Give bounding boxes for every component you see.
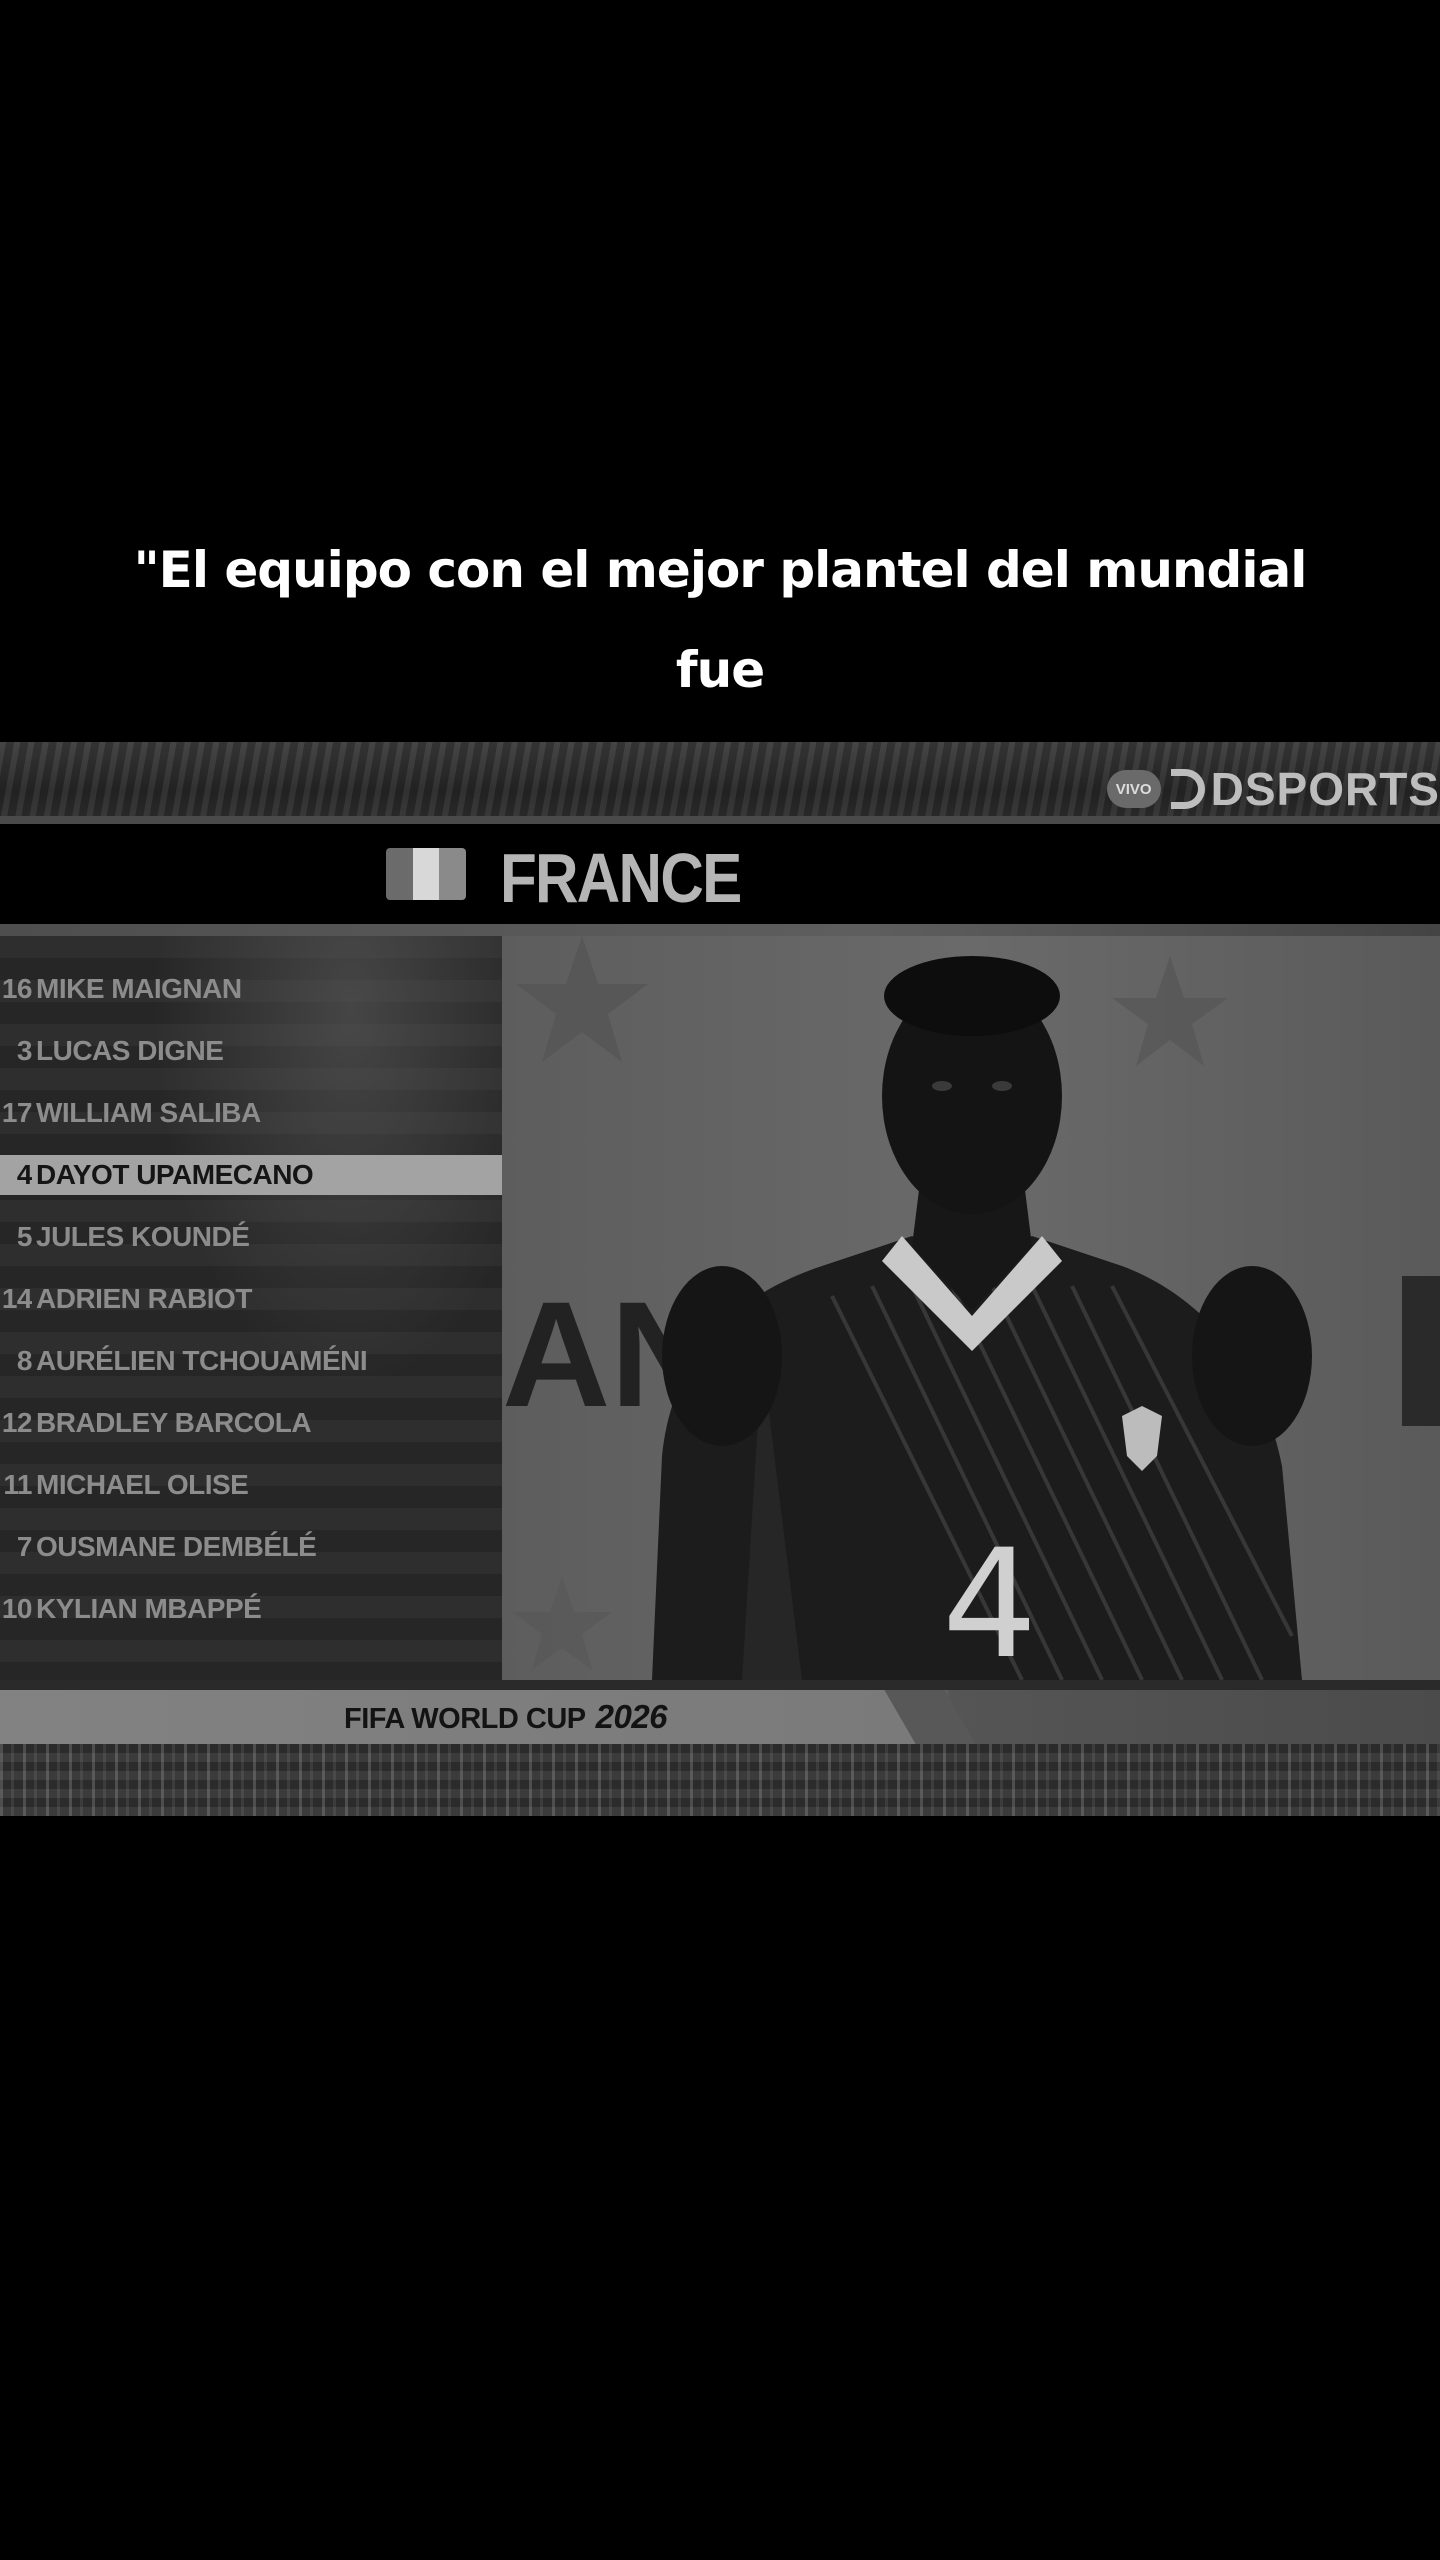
lineup-row: 5 JULES KOUNDÉ [0, 1206, 502, 1268]
star-shape [1112, 956, 1228, 1066]
tournament-banner: FIFA WORLD CUP 2026 [0, 1690, 1440, 1744]
player-number: 8 [16, 1345, 32, 1376]
lineup-row: 8 AURÉLIEN TCHOUAMÉNI [0, 1330, 502, 1392]
tournament-name: FIFA WORLD CUP [344, 1703, 586, 1735]
lineup-row: 11 MICHAEL OLISE [0, 1454, 502, 1516]
player-number: 5 [16, 1221, 32, 1252]
player-number: 10 [1, 1593, 32, 1624]
lineup-panel: 16 MIKE MAIGNAN 3 LUCAS DIGNE 17 WILLIAM SALI… [0, 936, 502, 1680]
channel-logo: DSPORTS [1170, 762, 1440, 816]
player-photo: ANCE [502, 936, 1440, 1680]
lineup-list: 16 MIKE MAIGNAN 3 LUCAS DIGNE 17 WILLIAM SALI… [0, 958, 502, 1640]
live-badge: VIVO [1106, 770, 1161, 808]
player-name: JULES KOUNDÉ [36, 1221, 250, 1252]
lineup-row: 16 MIKE MAIGNAN [0, 958, 502, 1020]
tournament-title: FIFA WORLD CUP 2026 [344, 1698, 668, 1736]
player-name: MICHAEL OLISE [36, 1469, 249, 1500]
france-flag-icon [386, 848, 466, 900]
player-name: MIKE MAIGNAN [36, 973, 242, 1004]
lineup-row: 12 BRADLEY BARCOLA [0, 1392, 502, 1454]
top-strip-divider [0, 816, 1440, 824]
player-number: 14 [1, 1283, 32, 1314]
player-number: 3 [16, 1035, 32, 1066]
player-number: 7 [16, 1531, 32, 1562]
channel-logo-text: DSPORTS [1210, 763, 1440, 815]
lineup-row: 3 LUCAS DIGNE [0, 1020, 502, 1082]
player-number: 11 [3, 1469, 32, 1500]
player-name: AURÉLIEN TCHOUAMÉNI [36, 1345, 368, 1376]
team-name: FRANCE [500, 839, 742, 917]
player-name: BRADLEY BARCOLA [36, 1407, 312, 1438]
player-name: KYLIAN MBAPPÉ [36, 1593, 262, 1624]
player-name: LUCAS DIGNE [36, 1035, 224, 1066]
team-header: FRANCE [0, 824, 1440, 924]
player-name: WILLIAM SALIBA [36, 1097, 261, 1128]
player-left-hand [662, 1266, 782, 1446]
lineup-row: 14 ADRIEN RABIOT [0, 1268, 502, 1330]
lineup-row: 7 OUSMANE DEMBÉLÉ [0, 1516, 502, 1578]
player-number: 16 [1, 973, 32, 1004]
player-number: 17 [1, 1097, 32, 1128]
star-shape [512, 1576, 612, 1670]
lineup-row: 4 DAYOT UPAMECANO [0, 1155, 502, 1195]
broadcast-frame: VIVO DSPORTS FRANCE 16 MIKE MAIGNAN 3 LUCAS… [0, 742, 1440, 1816]
lineup-row: 17 WILLIAM SALIBA [0, 1082, 502, 1144]
lineup-row: 10 KYLIAN MBAPPÉ [0, 1578, 502, 1640]
player-number: 4 [16, 1159, 32, 1190]
header-divider [0, 924, 1440, 936]
player-number: 12 [1, 1407, 32, 1438]
crowd-strip [0, 1744, 1440, 1816]
player-name: ADRIEN RABIOT [36, 1283, 252, 1314]
stadium-top-strip: VIVO DSPORTS [0, 742, 1440, 824]
player-right-hand [1192, 1266, 1312, 1446]
player-name: DAYOT UPAMECANO [36, 1159, 314, 1190]
d-logo-icon [1170, 769, 1205, 809]
tournament-year: 2026 [595, 1698, 668, 1735]
player-name: OUSMANE DEMBÉLÉ [36, 1531, 317, 1562]
jersey-number: 4 [942, 1518, 1037, 1680]
caption-line-1: "El equipo con el mejor plantel del mund… [133, 541, 1308, 699]
player-illustration: ANCE [502, 936, 1440, 1680]
broadcaster-logo: VIVO DSPORTS [1106, 763, 1440, 815]
star-shape [516, 936, 648, 1062]
